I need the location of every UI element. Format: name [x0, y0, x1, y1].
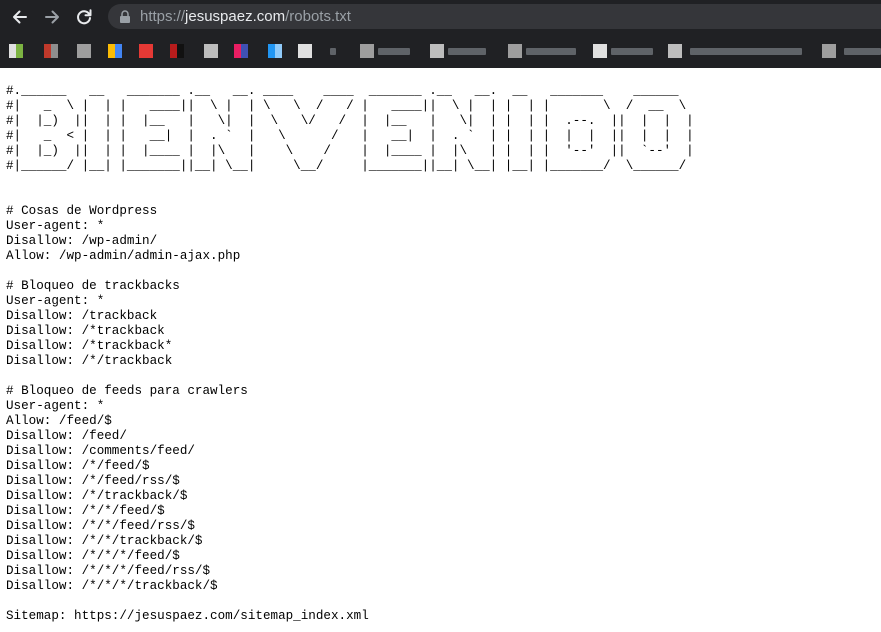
bookmark-favicon-icon — [822, 44, 836, 58]
bookmark-favicon-icon — [360, 44, 374, 58]
bookmark-label — [690, 48, 802, 55]
bookmark-item[interactable] — [360, 42, 412, 60]
arrow-right-icon — [45, 10, 59, 24]
bookmark-item[interactable] — [44, 42, 60, 60]
url-path: /robots.txt — [285, 8, 351, 25]
robots-txt-content: #.______ __ _______ .__ __. ____ ____ __… — [6, 84, 694, 623]
bookmark-item[interactable] — [593, 42, 655, 60]
bookmark-favicon-icon — [9, 44, 23, 58]
bookmark-favicon-icon — [508, 44, 522, 58]
url-text[interactable]: https://jesuspaez.com/robots.txt — [140, 8, 351, 25]
bookmark-label — [844, 48, 881, 55]
bookmark-label — [526, 48, 576, 55]
back-button[interactable] — [10, 7, 30, 27]
bookmark-item[interactable] — [108, 42, 124, 60]
bookmark-favicon-icon — [668, 44, 682, 58]
bookmark-label — [330, 48, 336, 55]
bookmark-favicon-icon — [108, 44, 122, 58]
bookmark-item[interactable] — [170, 42, 188, 60]
bookmark-item[interactable] — [234, 42, 252, 60]
bookmark-favicon-icon — [298, 44, 312, 58]
bookmark-favicon-icon — [204, 44, 218, 58]
bookmark-favicon-icon — [234, 44, 248, 58]
bookmark-item[interactable] — [268, 42, 284, 60]
address-bar[interactable]: https://jesuspaez.com/robots.txt — [108, 4, 881, 29]
bookmark-item[interactable] — [139, 42, 157, 60]
arrow-left-icon — [13, 10, 27, 24]
url-host: jesuspaez.com — [185, 8, 286, 25]
forward-button[interactable] — [42, 7, 62, 27]
bookmark-item[interactable] — [508, 42, 578, 60]
bookmark-favicon-icon — [268, 44, 282, 58]
bookmark-item[interactable] — [330, 42, 340, 60]
bookmark-favicon-icon — [139, 44, 153, 58]
url-scheme: https:// — [140, 8, 186, 25]
bookmark-favicon-icon — [430, 44, 444, 58]
bookmark-item[interactable] — [822, 42, 881, 60]
bookmark-item[interactable] — [430, 42, 488, 60]
bookmark-favicon-icon — [77, 44, 91, 58]
bookmark-favicon-icon — [170, 44, 184, 58]
reload-button[interactable] — [74, 7, 94, 27]
bookmark-favicon-icon — [593, 44, 607, 58]
bookmark-label — [378, 48, 410, 55]
bookmark-favicon-icon — [44, 44, 58, 58]
browser-toolbar: https://jesuspaez.com/robots.txt — [0, 0, 881, 34]
bookmark-label — [611, 48, 653, 55]
lock-icon[interactable] — [119, 10, 131, 23]
bookmarks-bar — [0, 34, 881, 68]
bookmark-item[interactable] — [204, 42, 220, 60]
bookmark-label — [448, 48, 486, 55]
reload-icon — [77, 9, 92, 25]
bookmark-item[interactable] — [298, 42, 318, 60]
browser-chrome: https://jesuspaez.com/robots.txt — [0, 0, 881, 68]
bookmark-item[interactable] — [77, 42, 95, 60]
bookmark-item[interactable] — [9, 42, 25, 60]
bookmark-item[interactable] — [668, 42, 808, 60]
